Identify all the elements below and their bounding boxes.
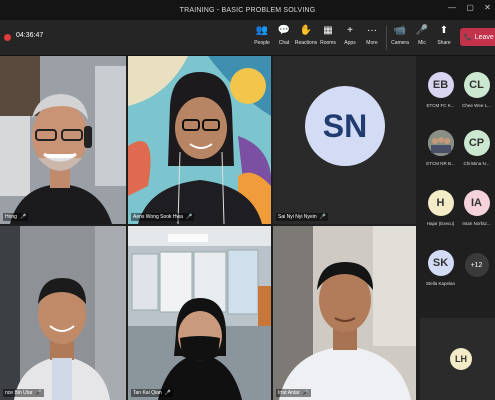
self-avatar: LH: [450, 348, 472, 370]
title-bar: TRAINING - BASIC PROBLEM SOLVING — ▢ ✕: [0, 0, 495, 20]
participant-name: nce Bin Utar 🎤: [3, 389, 44, 397]
video-tile[interactable]: Hong 🎤: [0, 56, 126, 224]
group-photo-image: [427, 130, 454, 156]
participant-name: Sai Nyi Nyi Nyein 🎤: [276, 213, 328, 221]
chat-button[interactable]: 💬 Chat: [272, 24, 296, 46]
rooms-icon: ▦: [323, 25, 333, 36]
avatar: SN: [305, 86, 385, 166]
more-participants-button[interactable]: +12: [458, 252, 495, 302]
participant-video: [128, 226, 271, 400]
participant-name: Stella Kapelan: [425, 281, 456, 286]
share-icon: ⬆: [439, 25, 449, 36]
participant-tile[interactable]: CL Chee Wee L...: [458, 72, 495, 122]
avatar: IA: [463, 190, 490, 216]
video-tile[interactable]: Aens Wong Sook Hwa 🎤: [128, 56, 271, 224]
avatar: CL: [463, 72, 490, 98]
toolbar-divider: [386, 26, 387, 50]
participant-name: Chee Wee L...: [462, 103, 491, 108]
participant-name: ETCM NR B...: [426, 161, 455, 166]
participant-tile[interactable]: H Hajar (Execu): [422, 190, 459, 240]
mic-muted-icon: 🎤: [35, 390, 42, 396]
participant-name: Intan Norfaz...: [462, 221, 491, 226]
meeting-toolbar: 04:36:47 👥 People 💬 Chat ✋ Reactions ▦ R…: [0, 20, 495, 56]
participant-name: ETCM FC K...: [426, 103, 455, 108]
apps-icon: +: [347, 25, 353, 36]
avatar: SK: [427, 250, 454, 276]
participant-name: Christina N...: [463, 161, 490, 166]
reactions-icon: ✋: [299, 25, 313, 36]
avatar: CP: [463, 130, 490, 156]
reactions-button[interactable]: ✋ Reactions: [294, 24, 318, 46]
camera-button[interactable]: 📹 Camera: [388, 24, 412, 46]
meeting-timer: 04:36:47: [16, 32, 44, 39]
window-title: TRAINING - BASIC PROBLEM SOLVING: [179, 6, 316, 14]
more-button[interactable]: ··· More: [360, 24, 384, 46]
group-photo-avatar: [427, 130, 454, 156]
apps-button[interactable]: + Apps: [338, 24, 362, 46]
minimize-button[interactable]: —: [448, 3, 456, 12]
mic-button[interactable]: 🎤 Mic: [410, 24, 434, 46]
participant-name: Tan Kai Qian 🎤: [131, 389, 173, 397]
mic-muted-icon: 🎤: [185, 214, 193, 220]
participant-tile[interactable]: SK Stella Kapelan: [422, 250, 459, 300]
video-tile[interactable]: Tan Kai Qian 🎤: [128, 226, 271, 400]
video-tile[interactable]: Irfat Antar 🎤: [273, 226, 416, 400]
participant-name: Aens Wong Sook Hwa 🎤: [131, 213, 195, 221]
participant-video: [273, 226, 416, 400]
self-view-tile[interactable]: LH: [420, 318, 495, 400]
participant-tile[interactable]: CP Christina N...: [458, 130, 495, 180]
more-participants-count: +12: [464, 253, 489, 277]
maximize-button[interactable]: ▢: [466, 3, 474, 12]
video-tile[interactable]: SN Sai Nyi Nyi Nyein 🎤: [273, 56, 416, 224]
participant-name: Hajar (Execu): [426, 221, 455, 226]
participant-tile[interactable]: ETCM NR B...: [422, 130, 459, 180]
recording-icon: [4, 34, 11, 41]
share-button[interactable]: ⬆ Share: [432, 24, 456, 46]
rooms-button[interactable]: ▦ Rooms: [316, 24, 340, 46]
participant-tile[interactable]: IA Intan Norfaz...: [458, 190, 495, 240]
participant-name: Irfat Antar 🎤: [276, 389, 311, 397]
more-icon: ···: [367, 25, 377, 36]
avatar: EB: [427, 72, 454, 98]
mic-muted-icon: 🎤: [19, 214, 27, 220]
participant-video: [128, 56, 271, 224]
participant-panel: EB ETCM FC K... CL Chee Wee L... ETCM NR…: [420, 56, 495, 400]
camera-icon: 📹: [393, 25, 407, 36]
participant-tile[interactable]: EB ETCM FC K...: [422, 72, 459, 122]
mic-muted-icon: 🎤: [319, 214, 326, 220]
people-button[interactable]: 👥 People: [250, 24, 274, 46]
avatar: H: [427, 190, 454, 216]
participant-video: [0, 56, 126, 224]
leave-button[interactable]: 📞 Leave: [460, 28, 495, 46]
mic-muted-icon: 🎤: [302, 390, 309, 396]
close-button[interactable]: ✕: [484, 3, 491, 12]
people-icon: 👥: [255, 25, 269, 36]
phone-icon: 📞: [464, 34, 472, 41]
participant-name: Hong 🎤: [3, 213, 29, 221]
chat-icon: 💬: [277, 25, 291, 36]
video-tile[interactable]: nce Bin Utar 🎤: [0, 226, 126, 400]
mic-icon: 🎤: [415, 25, 429, 36]
mic-muted-icon: 🎤: [164, 390, 171, 396]
participant-video: [0, 226, 126, 400]
